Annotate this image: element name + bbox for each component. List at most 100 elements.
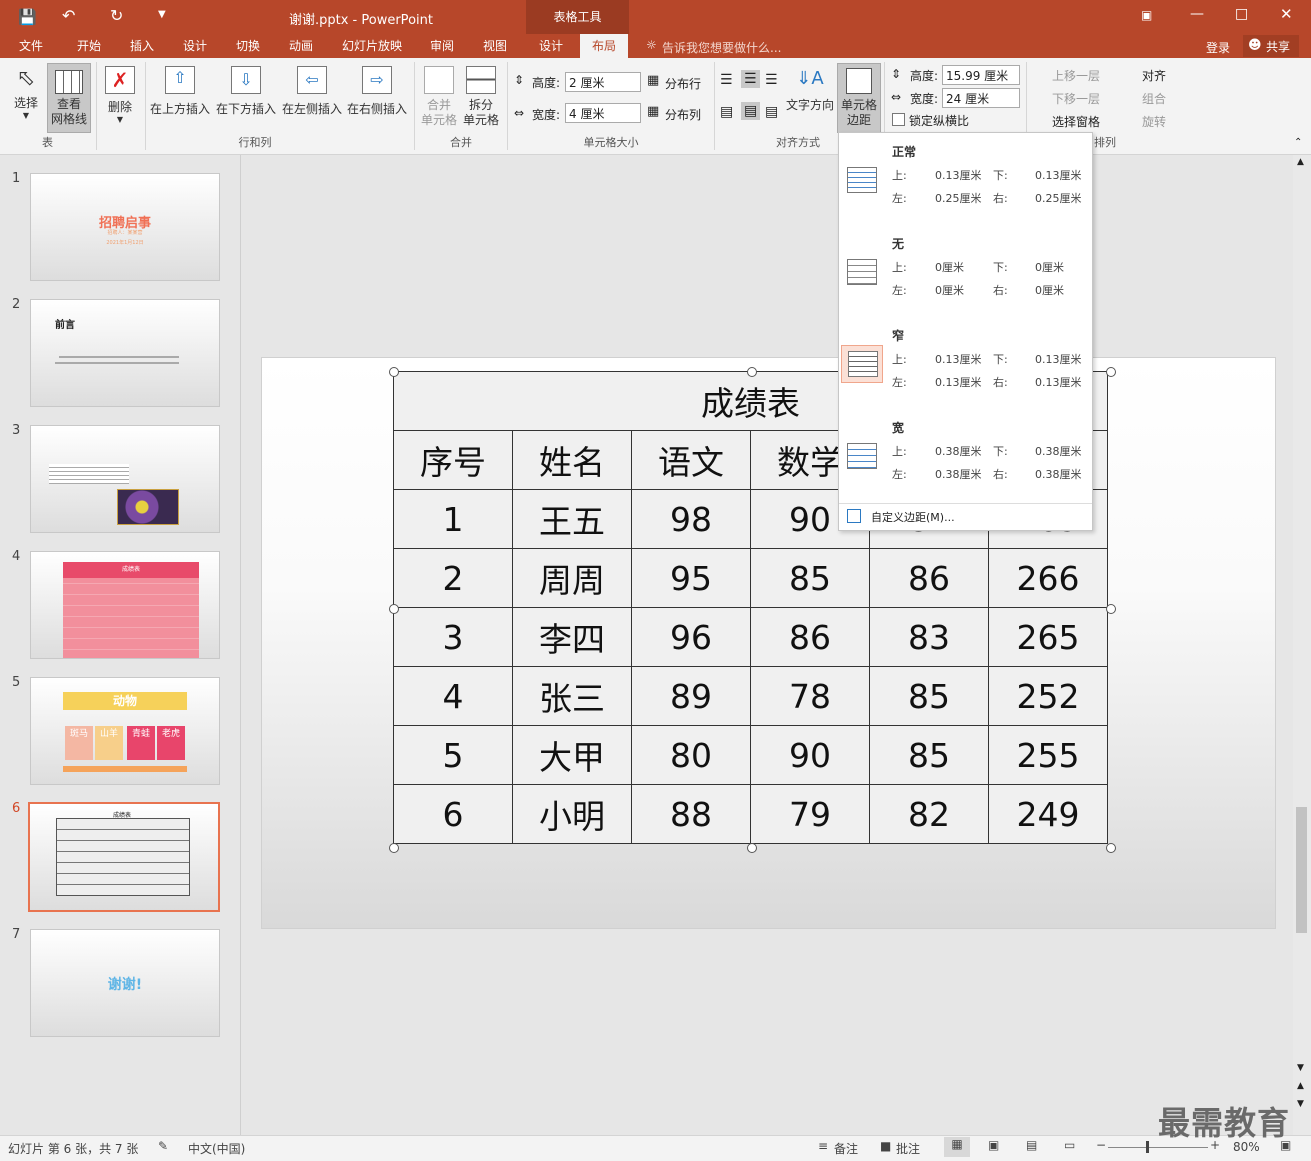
- language-indicator[interactable]: 中文(中国): [188, 1140, 245, 1157]
- scroll-thumb[interactable]: [1296, 807, 1307, 933]
- align-center-icon[interactable]: ☰: [741, 70, 760, 88]
- table-height-input[interactable]: 15.99 厘米: [942, 65, 1020, 85]
- slideshow-icon[interactable]: ▭: [1064, 1138, 1075, 1152]
- margin-option-narrow[interactable]: 窄 上: 0.13厘米 下: 0.13厘米 左: 0.13厘米 右: 0.13厘…: [839, 319, 1092, 411]
- table-cell[interactable]: 85: [869, 725, 989, 785]
- insert-left-button[interactable]: ⇦ 在左侧插入: [280, 64, 344, 118]
- resize-handle-bottom-left[interactable]: [389, 843, 399, 853]
- slide-thumb-1[interactable]: 招聘启事 招聘人：某某营 2021年1月12日: [30, 173, 220, 281]
- table-cell[interactable]: 249: [988, 784, 1108, 844]
- slide-thumb-4[interactable]: 成绩表: [30, 551, 220, 659]
- table-cell[interactable]: 1: [393, 489, 513, 549]
- slide-thumb-7[interactable]: 谢谢!: [30, 929, 220, 1037]
- slide-thumb-5[interactable]: 动物 斑马 山羊 青蛙 老虎: [30, 677, 220, 785]
- table-cell[interactable]: 252: [988, 666, 1108, 726]
- reading-view-icon[interactable]: ▤: [1026, 1138, 1037, 1152]
- table-cell[interactable]: 李四: [512, 607, 632, 667]
- table-cell[interactable]: 98: [631, 489, 751, 549]
- zoom-out-icon[interactable]: −: [1096, 1138, 1106, 1152]
- tab-insert[interactable]: 插入: [120, 34, 164, 58]
- customize-qat-icon[interactable]: ▼: [158, 9, 166, 20]
- table-cell[interactable]: 89: [631, 666, 751, 726]
- insert-right-button[interactable]: ⇨ 在右侧插入: [345, 64, 409, 118]
- table-cell[interactable]: 周周: [512, 548, 632, 608]
- header-cell[interactable]: 语文: [631, 430, 751, 490]
- table-cell[interactable]: 88: [631, 784, 751, 844]
- table-cell[interactable]: 2: [393, 548, 513, 608]
- slide-thumb-6[interactable]: 成绩表: [28, 802, 220, 912]
- tell-me-box[interactable]: 告诉我您想要做什么...: [662, 39, 781, 56]
- align-top-icon[interactable]: ▤: [720, 104, 733, 120]
- header-cell[interactable]: 姓名: [512, 430, 632, 490]
- table-cell[interactable]: 80: [631, 725, 751, 785]
- table-cell[interactable]: 265: [988, 607, 1108, 667]
- table-cell[interactable]: 90: [750, 725, 870, 785]
- comments-button[interactable]: 批注: [896, 1140, 920, 1157]
- scroll-down-icon[interactable]: ▼: [1297, 1063, 1304, 1073]
- save-icon[interactable]: 💾: [18, 8, 37, 26]
- undo-icon[interactable]: ↶: [62, 6, 75, 25]
- tab-animations[interactable]: 动画: [279, 34, 323, 58]
- merge-cells-button[interactable]: 合并 单元格: [418, 64, 460, 130]
- margin-option-wide[interactable]: 宽 上: 0.38厘米 下: 0.38厘米 左: 0.38厘米 右: 0.38厘…: [839, 411, 1092, 503]
- scroll-up-icon[interactable]: ▲: [1297, 157, 1304, 167]
- slide-thumb-2[interactable]: 前言: [30, 299, 220, 407]
- tab-slideshow[interactable]: 幻灯片放映: [336, 34, 408, 58]
- resize-handle-left[interactable]: [389, 604, 399, 614]
- cell-height-input[interactable]: 2 厘米: [565, 72, 641, 92]
- distribute-rows-button[interactable]: 分布行: [665, 75, 701, 92]
- share-button[interactable]: ☻ 共享: [1243, 35, 1299, 57]
- table-cell[interactable]: 266: [988, 548, 1108, 608]
- lock-ratio-checkbox[interactable]: [892, 113, 905, 126]
- collapse-ribbon-icon[interactable]: ⌃: [1294, 137, 1302, 148]
- table-cell[interactable]: 小明: [512, 784, 632, 844]
- minimize-icon[interactable]: —: [1190, 6, 1204, 22]
- send-backward-button[interactable]: 下移一层: [1052, 90, 1100, 107]
- zoom-slider-thumb[interactable]: [1146, 1141, 1149, 1153]
- custom-margins-item[interactable]: 自定义边距(M)...: [839, 507, 1092, 527]
- table-cell[interactable]: 82: [869, 784, 989, 844]
- resize-handle-top-left[interactable]: [389, 367, 399, 377]
- tab-review[interactable]: 审阅: [420, 34, 464, 58]
- tab-table-design[interactable]: 设计: [528, 34, 574, 58]
- resize-handle-right[interactable]: [1106, 604, 1116, 614]
- next-slide-icon[interactable]: ▼: [1297, 1099, 1304, 1109]
- group-dropdown[interactable]: 组合: [1142, 90, 1166, 107]
- table-cell[interactable]: 3: [393, 607, 513, 667]
- margin-option-normal[interactable]: 正常 上: 0.13厘米 下: 0.13厘米 左: 0.25厘米 右: 0.25…: [839, 135, 1092, 227]
- tab-view[interactable]: 视图: [473, 34, 517, 58]
- tab-file[interactable]: 文件: [8, 34, 54, 58]
- text-direction-button[interactable]: ⇓A 文字方向: [784, 64, 836, 130]
- cell-width-input[interactable]: 4 厘米: [565, 103, 641, 123]
- notes-button[interactable]: 备注: [834, 1140, 858, 1157]
- align-dropdown[interactable]: 对齐: [1142, 67, 1166, 84]
- rotate-dropdown[interactable]: 旋转: [1142, 113, 1166, 130]
- prev-slide-icon[interactable]: ▲: [1297, 1081, 1304, 1091]
- select-button[interactable]: ⬁ 选择 ▼: [8, 64, 44, 130]
- resize-handle-top[interactable]: [747, 367, 757, 377]
- table-cell[interactable]: 78: [750, 666, 870, 726]
- table-cell[interactable]: 6: [393, 784, 513, 844]
- table-cell[interactable]: 85: [869, 666, 989, 726]
- table-cell[interactable]: 4: [393, 666, 513, 726]
- normal-view-icon[interactable]: ▦: [944, 1137, 970, 1157]
- resize-handle-bottom[interactable]: [747, 843, 757, 853]
- align-left-icon[interactable]: ☰: [720, 72, 733, 88]
- insert-below-button[interactable]: ⇩ 在下方插入: [214, 64, 278, 118]
- table-cell[interactable]: 大甲: [512, 725, 632, 785]
- close-icon[interactable]: ✕: [1280, 5, 1293, 23]
- split-cells-button[interactable]: 拆分 单元格: [460, 64, 502, 130]
- zoom-slider[interactable]: [1108, 1141, 1208, 1153]
- table-cell[interactable]: 86: [750, 607, 870, 667]
- maximize-icon[interactable]: □: [1235, 6, 1248, 22]
- resize-handle-bottom-right[interactable]: [1106, 843, 1116, 853]
- table-cell[interactable]: 5: [393, 725, 513, 785]
- vertical-scrollbar[interactable]: ▲ ▼ ▲ ▼: [1293, 155, 1311, 1135]
- tab-design[interactable]: 设计: [173, 34, 217, 58]
- spellcheck-icon[interactable]: ✎: [158, 1139, 168, 1153]
- align-bottom-icon[interactable]: ▤: [765, 104, 778, 120]
- cell-margins-button[interactable]: 单元格 边距: [837, 63, 881, 133]
- ribbon-display-icon[interactable]: ▣: [1141, 8, 1152, 22]
- margin-option-none[interactable]: 无 上: 0厘米 下: 0厘米 左: 0厘米 右: 0厘米: [839, 227, 1092, 319]
- insert-above-button[interactable]: ⇧ 在上方插入: [148, 64, 212, 118]
